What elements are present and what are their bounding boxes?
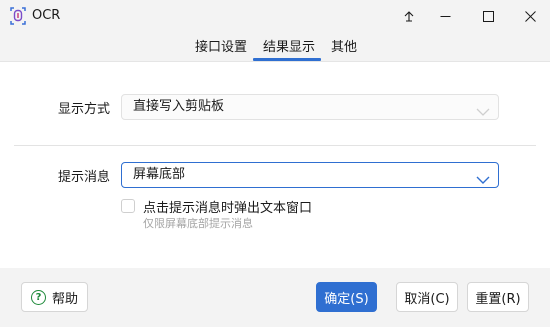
chevron-down-icon <box>476 170 490 194</box>
popup-text-window-label[interactable]: 点击提示消息时弹出文本窗口 <box>143 197 312 216</box>
minimize-icon <box>440 11 451 22</box>
pin-button[interactable] <box>389 0 429 32</box>
display-mode-value: 直接写入剪贴板 <box>133 99 225 114</box>
tab-other[interactable]: 其他 <box>331 36 357 55</box>
tab-bar: 接口设置 结果显示 其他 <box>0 32 550 62</box>
reset-button[interactable]: 重置(R) <box>467 282 529 312</box>
tab-result-display[interactable]: 结果显示 <box>263 36 315 55</box>
section-divider <box>14 145 536 146</box>
chevron-down-icon <box>476 102 490 126</box>
notification-position-value: 屏幕底部 <box>133 167 186 182</box>
window-title: OCR <box>32 8 61 23</box>
tab-interface-settings[interactable]: 接口设置 <box>195 36 247 55</box>
settings-panel: 显示方式 直接写入剪贴板 提示消息 屏幕底部 点击提示消息时弹出文本窗口 仅限屏… <box>0 61 550 269</box>
close-button[interactable] <box>510 0 550 32</box>
ocr-scan-icon <box>10 7 26 25</box>
cancel-button[interactable]: 取消(C) <box>396 282 458 312</box>
ok-button[interactable]: 确定(S) <box>316 282 377 312</box>
help-icon: ? <box>30 289 46 305</box>
notification-label: 提示消息 <box>58 170 111 185</box>
display-mode-select[interactable]: 直接写入剪贴板 <box>121 94 499 120</box>
dialog-footer: ? 帮助 确定(S) 取消(C) 重置(R) <box>0 268 550 327</box>
pin-icon <box>403 10 415 22</box>
maximize-button[interactable] <box>468 0 508 32</box>
close-icon <box>524 10 536 22</box>
help-button-label: 帮助 <box>51 291 78 307</box>
display-mode-label: 显示方式 <box>58 102 111 117</box>
checkbox-hint: 仅限屏幕底部提示消息 <box>143 217 253 230</box>
maximize-icon <box>482 10 494 22</box>
notification-position-select[interactable]: 屏幕底部 <box>121 162 499 188</box>
title-bar[interactable]: OCR <box>0 0 550 32</box>
minimize-button[interactable] <box>425 0 465 32</box>
popup-text-window-checkbox[interactable] <box>121 199 135 213</box>
ocr-settings-window: OCR 接口设置 结果显示 其他 显示方式 直接写入剪贴板 提示消息 屏幕底部 … <box>0 0 550 327</box>
help-button[interactable]: ? 帮助 <box>21 282 88 312</box>
